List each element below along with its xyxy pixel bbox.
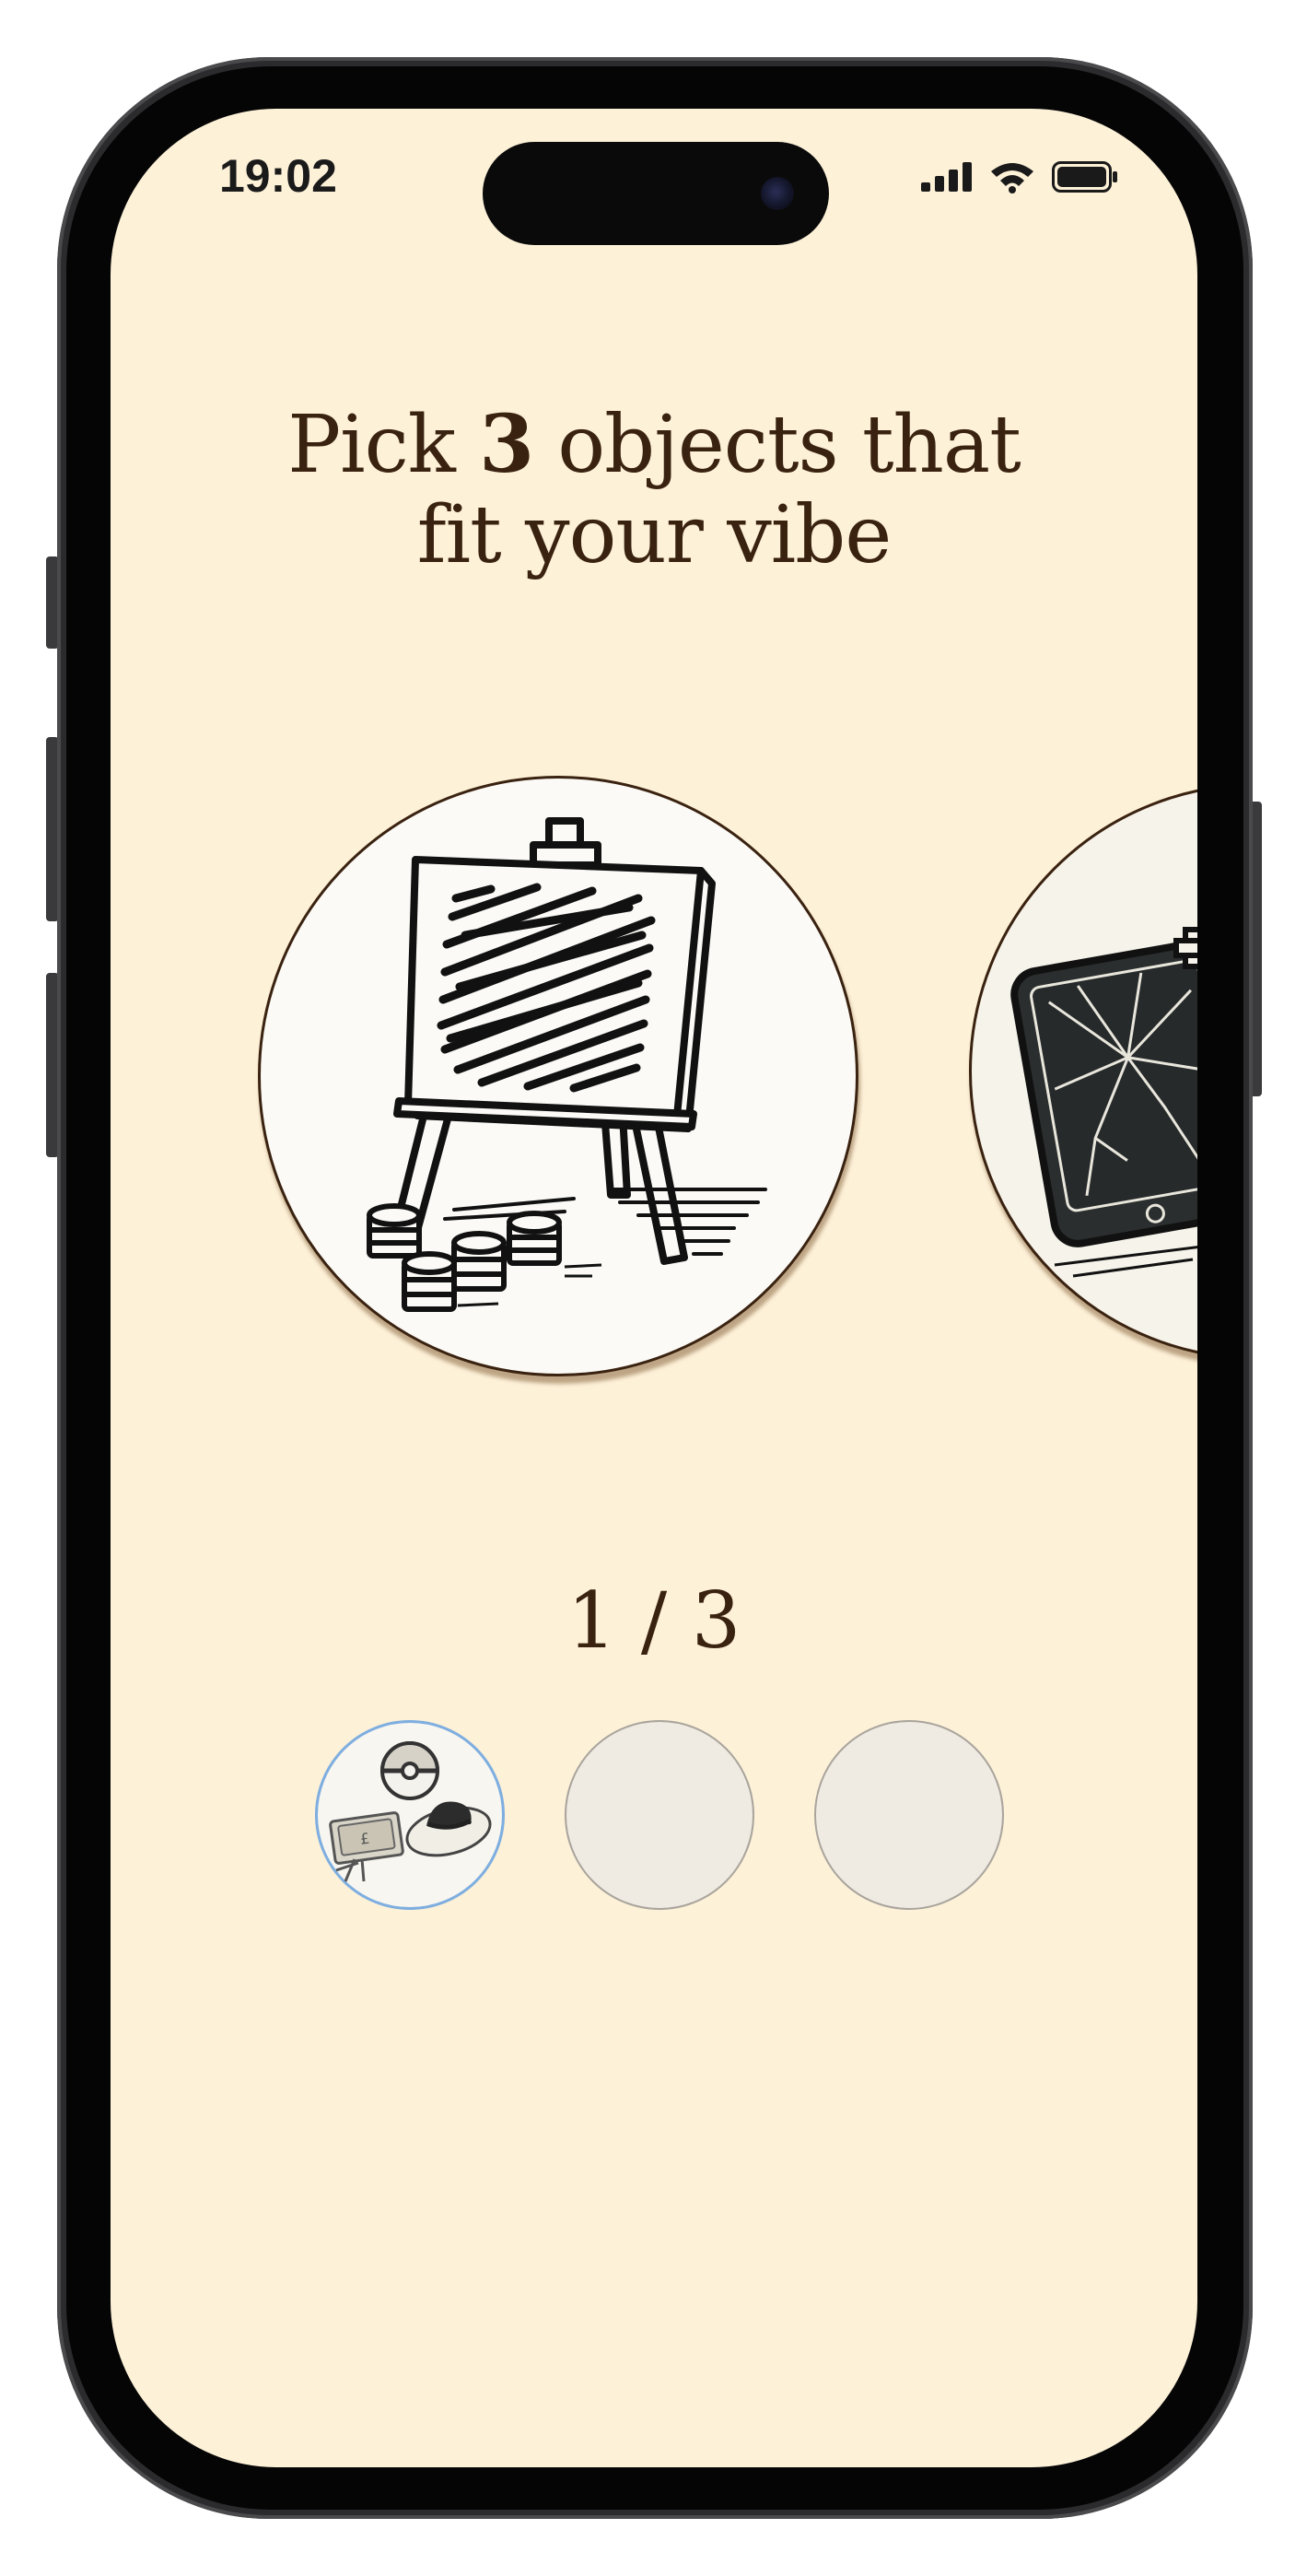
wifi-icon	[991, 163, 1033, 193]
status-icons	[921, 160, 1118, 193]
page-title: Pick 3 objects that fit your vibe	[111, 398, 1197, 581]
signal-icon	[921, 162, 972, 192]
app-screen: 19:02 Pick 3 objects that fit your vibe …	[111, 109, 1197, 2467]
page: 19:02 Pick 3 objects that fit your vibe …	[0, 0, 1307, 2576]
title-count: 3	[479, 398, 534, 491]
hat-icon	[405, 1801, 492, 1857]
selected-objects-thumbnail: £	[329, 1741, 492, 1882]
banknote-icon: £	[329, 1811, 404, 1882]
progress-counter: 1 / 3	[566, 1575, 741, 1666]
page-title-line-2: fit your vibe	[416, 489, 892, 581]
front-camera	[761, 177, 794, 210]
easel-icon	[367, 817, 767, 1312]
page-title-line-1: Pick 3 objects that	[111, 398, 1197, 491]
selection-slot-3[interactable]	[814, 1720, 1004, 1910]
object-card-easel[interactable]	[258, 776, 858, 1376]
object-card-cracked-phone[interactable]	[969, 783, 1197, 1360]
title-prefix: Pick	[287, 399, 456, 491]
selection-slot-2[interactable]	[565, 1720, 754, 1910]
dynamic-island	[483, 142, 829, 245]
battery-icon	[1052, 161, 1117, 193]
pokeball-icon	[379, 1741, 440, 1800]
status-time: 19:02	[219, 150, 337, 202]
selection-slot-1[interactable]: £	[315, 1720, 505, 1910]
title-suffix: objects that	[557, 399, 1021, 491]
cracked-phone-icon	[1010, 927, 1197, 1278]
